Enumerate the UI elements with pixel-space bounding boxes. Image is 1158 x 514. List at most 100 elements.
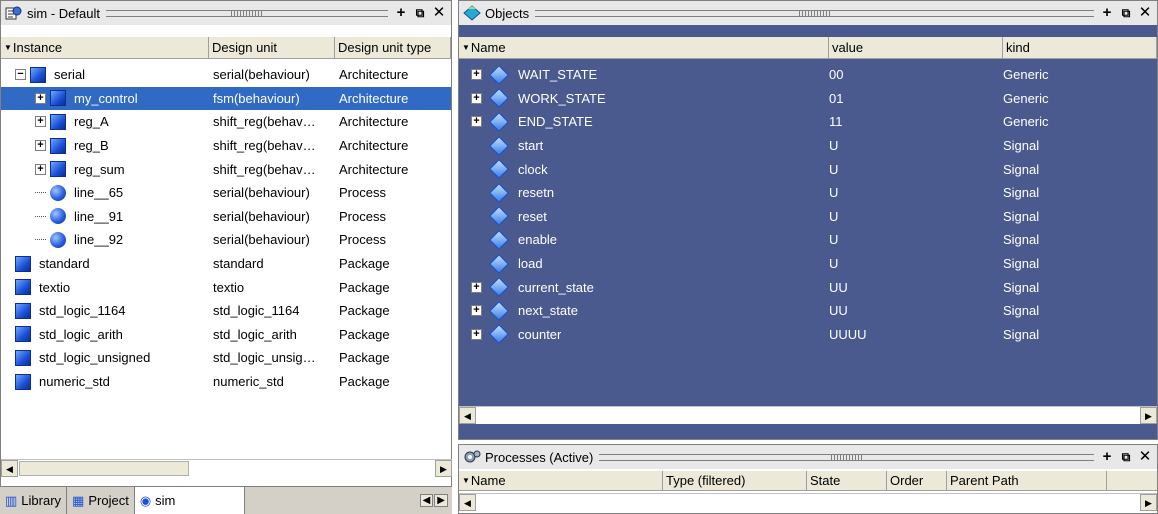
instance-row[interactable]: std_logic_1164 std_logic_1164 Package — [1, 299, 451, 323]
horizontal-scrollbar[interactable]: ◀ ▶ — [1, 459, 452, 477]
scroll-right-icon[interactable]: ▶ — [1140, 407, 1157, 424]
column-instance[interactable]: ▼Instance — [1, 37, 209, 58]
scroll-left-icon[interactable]: ◀ — [459, 407, 476, 424]
processes-pane-titlebar[interactable]: Processes (Active) + ⧉ ✕ — [459, 445, 1157, 469]
architecture-icon — [50, 137, 66, 154]
object-row[interactable]: clock U Signal — [459, 157, 1157, 181]
tab-project[interactable]: ▦ Project — [67, 487, 135, 514]
object-value: 00 — [829, 67, 844, 83]
scroll-right-icon[interactable]: ▶ — [1140, 494, 1157, 511]
objects-horizontal-scrollbar[interactable]: ◀ ▶ — [459, 406, 1157, 424]
object-row[interactable]: resetn U Signal — [459, 181, 1157, 205]
instance-row[interactable]: + reg_B shift_reg(behav… Architecture — [1, 134, 451, 158]
column-parent-path[interactable]: Parent Path — [947, 471, 1107, 490]
object-name: start — [518, 138, 544, 154]
design-unit-type-cell: Process — [339, 232, 386, 248]
object-value: U — [829, 161, 839, 177]
processes-gear-icon — [463, 449, 481, 465]
expand-icon[interactable]: + — [471, 281, 482, 293]
column-value[interactable]: value — [829, 37, 1003, 58]
undock-icon[interactable]: ⧉ — [1119, 449, 1133, 465]
column-type-filtered[interactable]: Type (filtered) — [663, 471, 807, 490]
instance-row[interactable]: + reg_sum shift_reg(behav… Architecture — [1, 157, 451, 181]
object-row[interactable]: enable U Signal — [459, 228, 1157, 252]
undock-icon[interactable]: ⧉ — [1119, 5, 1133, 21]
pane-drag-grip[interactable] — [105, 9, 388, 17]
processes-horizontal-scrollbar[interactable]: ◀ ▶ — [459, 493, 1157, 511]
instance-row[interactable]: − serial serial(behaviour) Architecture — [1, 63, 451, 87]
scroll-thumb[interactable] — [19, 461, 189, 476]
signal-icon — [489, 324, 509, 345]
signal-icon — [489, 182, 509, 203]
object-row[interactable]: start U Signal — [459, 134, 1157, 158]
instance-row[interactable]: standard standard Package — [1, 252, 451, 276]
object-kind: Signal — [1003, 138, 1040, 154]
package-icon — [15, 279, 31, 296]
tab-library[interactable]: ▥ Library — [0, 487, 68, 514]
object-row[interactable]: + WAIT_STATE 00 Generic — [459, 63, 1157, 87]
column-state[interactable]: State — [807, 471, 887, 490]
object-row[interactable]: + current_state UU Signal — [459, 275, 1157, 299]
objects-pane-title: Objects — [485, 5, 530, 21]
dock-plus-icon[interactable]: + — [1100, 5, 1114, 21]
column-process-name[interactable]: ▼Name — [459, 471, 663, 490]
objects-pane-titlebar[interactable]: Objects + ⧉ ✕ — [459, 1, 1157, 25]
object-kind: Generic — [1003, 114, 1049, 130]
tab-scroll-left-icon[interactable]: ◀ — [419, 494, 434, 507]
sim-pane-title: sim - Default — [27, 5, 100, 21]
expand-icon[interactable]: + — [471, 116, 482, 128]
close-icon[interactable]: ✕ — [432, 5, 446, 21]
column-kind[interactable]: kind — [1003, 37, 1157, 58]
instance-row[interactable]: line__92 serial(behaviour) Process — [1, 228, 451, 252]
collapse-icon[interactable]: − — [15, 69, 26, 81]
expand-icon[interactable]: + — [471, 328, 482, 340]
dock-plus-icon[interactable]: + — [1100, 449, 1114, 465]
column-name[interactable]: ▼Name — [459, 37, 829, 58]
object-row[interactable]: reset U Signal — [459, 205, 1157, 229]
column-design-unit[interactable]: Design unit — [209, 37, 335, 58]
instance-row[interactable]: std_logic_unsigned std_logic_unsig… Packag… — [1, 346, 451, 370]
sort-indicator-icon: ▼ — [462, 43, 470, 52]
instance-row[interactable]: + reg_A shift_reg(behav… Architecture — [1, 110, 451, 134]
expand-icon[interactable]: + — [35, 140, 46, 152]
tab-sim[interactable]: ◉ sim — [134, 487, 245, 514]
signal-icon — [489, 206, 509, 227]
instance-row[interactable]: line__65 serial(behaviour) Process — [1, 181, 451, 205]
expand-icon[interactable]: + — [35, 116, 46, 128]
object-row[interactable]: + WORK_STATE 01 Generic — [459, 87, 1157, 111]
design-unit-cell: serial(behaviour) — [213, 232, 310, 248]
object-name: WAIT_STATE — [518, 67, 598, 83]
expand-icon[interactable]: + — [471, 305, 482, 317]
expand-icon[interactable]: + — [471, 92, 482, 104]
expand-icon[interactable]: + — [35, 163, 46, 175]
column-order[interactable]: Order — [887, 471, 947, 490]
package-icon — [15, 349, 31, 366]
instance-name: std_logic_unsigned — [39, 350, 151, 366]
expand-icon[interactable]: + — [471, 69, 482, 81]
instance-row[interactable]: + my_control fsm(behaviour) Architecture — [1, 86, 451, 111]
column-design-unit-type[interactable]: Design unit type — [335, 37, 451, 58]
instance-row[interactable]: std_logic_arith std_logic_arith Package — [1, 323, 451, 347]
object-row[interactable]: + END_STATE 11 Generic — [459, 110, 1157, 134]
sim-pane-titlebar[interactable]: sim - Default + ⧉ ✕ — [1, 1, 451, 25]
instance-row[interactable]: textio textio Package — [1, 275, 451, 299]
object-kind: Signal — [1003, 208, 1040, 224]
close-icon[interactable]: ✕ — [1138, 449, 1152, 465]
scroll-left-icon[interactable]: ◀ — [1, 460, 18, 477]
scroll-right-icon[interactable]: ▶ — [435, 460, 452, 477]
close-icon[interactable]: ✕ — [1138, 5, 1152, 21]
instance-row[interactable]: line__91 serial(behaviour) Process — [1, 205, 451, 229]
expand-icon[interactable]: + — [35, 92, 46, 104]
undock-icon[interactable]: ⧉ — [413, 5, 427, 21]
dock-plus-icon[interactable]: + — [394, 5, 408, 21]
pane-drag-grip[interactable] — [599, 453, 1094, 461]
instance-name: reg_B — [74, 138, 109, 154]
object-row[interactable]: load U Signal — [459, 252, 1157, 276]
scroll-left-icon[interactable]: ◀ — [459, 494, 476, 511]
tab-scroll-right-icon[interactable]: ▶ — [434, 494, 448, 507]
pane-drag-grip[interactable] — [535, 9, 1094, 17]
object-name: load — [518, 256, 543, 272]
object-row[interactable]: + next_state UU Signal — [459, 299, 1157, 323]
instance-row[interactable]: numeric_std numeric_std Package — [1, 370, 451, 394]
object-row[interactable]: + counter UUUU Signal — [459, 323, 1157, 347]
